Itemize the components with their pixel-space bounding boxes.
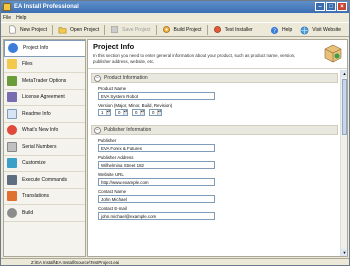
- sidebar-item-readme-info[interactable]: Readme Info: [4, 106, 85, 123]
- version-minor-stepper[interactable]: 0 ▴▾: [115, 109, 128, 116]
- menu-file[interactable]: File: [3, 15, 11, 21]
- window-title: EA Install Professional: [14, 4, 79, 10]
- menu-bar: File Help: [1, 13, 349, 22]
- page-header: Project Info In this section you need to…: [88, 40, 347, 69]
- test-installer-icon: [213, 26, 221, 33]
- scroll-up-icon[interactable]: ▲: [341, 70, 347, 77]
- website-url-field[interactable]: http://www.example.com: [98, 178, 215, 186]
- translations-icon: [7, 191, 17, 202]
- whats-new-icon: [7, 125, 17, 136]
- sidebar-item-execute-commands[interactable]: Execute Commands: [4, 172, 85, 189]
- save-project-button[interactable]: Save Project: [106, 24, 154, 36]
- publisher-field[interactable]: EVA Forex & Futures: [98, 144, 215, 152]
- new-document-icon: [9, 25, 16, 34]
- collapse-icon: −: [94, 74, 101, 82]
- product-section-header[interactable]: − Product Information: [91, 73, 338, 83]
- publisher-address-field[interactable]: Wilhelmina Street 182: [98, 161, 215, 169]
- page-title: Project Info: [93, 42, 135, 51]
- sidebar-item-customize[interactable]: Customize: [4, 155, 85, 172]
- sidebar-item-whats-new-info[interactable]: What's New Info: [4, 122, 85, 139]
- contact-email-field[interactable]: john.michael@example.com: [98, 212, 215, 220]
- publisher-address-label: Publisher Address: [98, 155, 134, 160]
- close-button[interactable]: ×: [337, 2, 347, 11]
- sidebar-item-build[interactable]: Build: [4, 205, 85, 222]
- toolbar-separator: [155, 24, 157, 35]
- help-icon: ?: [270, 26, 279, 34]
- status-bar: Z:\EA Install\EA Install\Source\TestProj…: [1, 258, 349, 265]
- open-folder-icon: [58, 27, 67, 34]
- version-build-stepper[interactable]: 0 ▴▾: [132, 109, 145, 116]
- sidebar-item-project-info[interactable]: Project Info: [4, 40, 85, 57]
- serial-icon: [7, 141, 17, 152]
- version-label: Version (Major, Minor, Build, Revision): [98, 103, 173, 108]
- publisher-label: Publisher: [98, 138, 117, 143]
- readme-icon: [7, 108, 17, 119]
- scroll-down-icon[interactable]: ▼: [341, 249, 347, 256]
- sidebar-item-translations[interactable]: Translations: [4, 188, 85, 205]
- folder-icon: [7, 59, 17, 70]
- contact-email-label: Contact E-mail: [98, 206, 127, 211]
- project-path: Z:\EA Install\EA Install\Source\TestProj…: [31, 259, 120, 265]
- save-disk-icon: [111, 26, 119, 33]
- version-revision-stepper[interactable]: 0 ▴▾: [149, 109, 162, 116]
- toolbar-separator: [104, 24, 106, 35]
- test-installer-button[interactable]: Test Installer: [209, 24, 257, 36]
- globe-icon: [300, 26, 309, 34]
- info-icon: [8, 43, 18, 54]
- package-box-icon: [324, 44, 342, 63]
- publisher-section: Publisher EVA Forex & Futures Publisher …: [98, 138, 341, 220]
- spin-arrows-icon[interactable]: ▴▾: [157, 110, 161, 115]
- build-project-button[interactable]: Build Project: [158, 24, 206, 36]
- build-gear-icon: [162, 26, 170, 33]
- menu-help[interactable]: Help: [16, 15, 26, 21]
- version-major-stepper[interactable]: 1 ▴▾: [98, 109, 111, 116]
- new-project-button[interactable]: New Project: [4, 24, 51, 36]
- sidebar-item-license-agreement[interactable]: License Agreement: [4, 89, 85, 106]
- product-name-label: Product Name: [98, 86, 127, 91]
- main-panel: Project Info In this section you need to…: [87, 39, 348, 257]
- website-url-label: Website URL: [98, 172, 124, 177]
- visit-website-button[interactable]: Visit Website: [296, 24, 345, 36]
- app-icon: [3, 3, 11, 11]
- toolbar-separator: [51, 24, 53, 35]
- sidebar-item-serial-numbers[interactable]: Serial Numbers: [4, 139, 85, 156]
- svg-text:?: ?: [273, 28, 276, 34]
- collapse-icon: −: [94, 126, 101, 134]
- contact-name-label: Contact Name: [98, 189, 127, 194]
- sidebar: Project Info Files MetaTrader Options Li…: [3, 39, 86, 257]
- spin-arrows-icon[interactable]: ▴▾: [106, 110, 110, 115]
- execute-icon: [7, 174, 17, 185]
- page-description: In this section you need to enter genera…: [93, 53, 296, 64]
- form-content: − Product Information Product Name EVA S…: [88, 70, 341, 256]
- sidebar-item-metatrader-options[interactable]: MetaTrader Options: [4, 73, 85, 90]
- product-section: Product Name EVA System Robot Version (M…: [98, 86, 341, 116]
- customize-icon: [7, 158, 17, 169]
- minimize-button[interactable]: –: [315, 2, 325, 11]
- open-project-button[interactable]: Open Project: [54, 24, 103, 36]
- product-name-field[interactable]: EVA System Robot: [98, 92, 215, 100]
- metatrader-icon: [7, 75, 17, 86]
- spin-arrows-icon[interactable]: ▴▾: [123, 110, 127, 115]
- spin-arrows-icon[interactable]: ▴▾: [140, 110, 144, 115]
- license-icon: [7, 92, 17, 103]
- sidebar-item-files[interactable]: Files: [4, 56, 85, 73]
- help-button[interactable]: ? Help: [266, 24, 296, 36]
- title-bar: EA Install Professional – □ ×: [1, 1, 349, 13]
- scroll-thumb[interactable]: [342, 79, 347, 135]
- toolbar: New Project Open Project Save Project Bu…: [1, 22, 349, 37]
- maximize-button[interactable]: □: [326, 2, 336, 11]
- toolbar-separator: [206, 24, 208, 35]
- publisher-section-header[interactable]: − Publisher Information: [91, 125, 338, 135]
- build-icon: [7, 207, 17, 218]
- contact-name-field[interactable]: John Michael: [98, 195, 215, 203]
- app-window: EA Install Professional – □ × File Help …: [0, 0, 350, 266]
- version-fields: 1 ▴▾ 0 ▴▾ 0 ▴▾ 0 ▴▾: [98, 109, 341, 116]
- vertical-scrollbar[interactable]: ▲ ▼: [340, 70, 347, 256]
